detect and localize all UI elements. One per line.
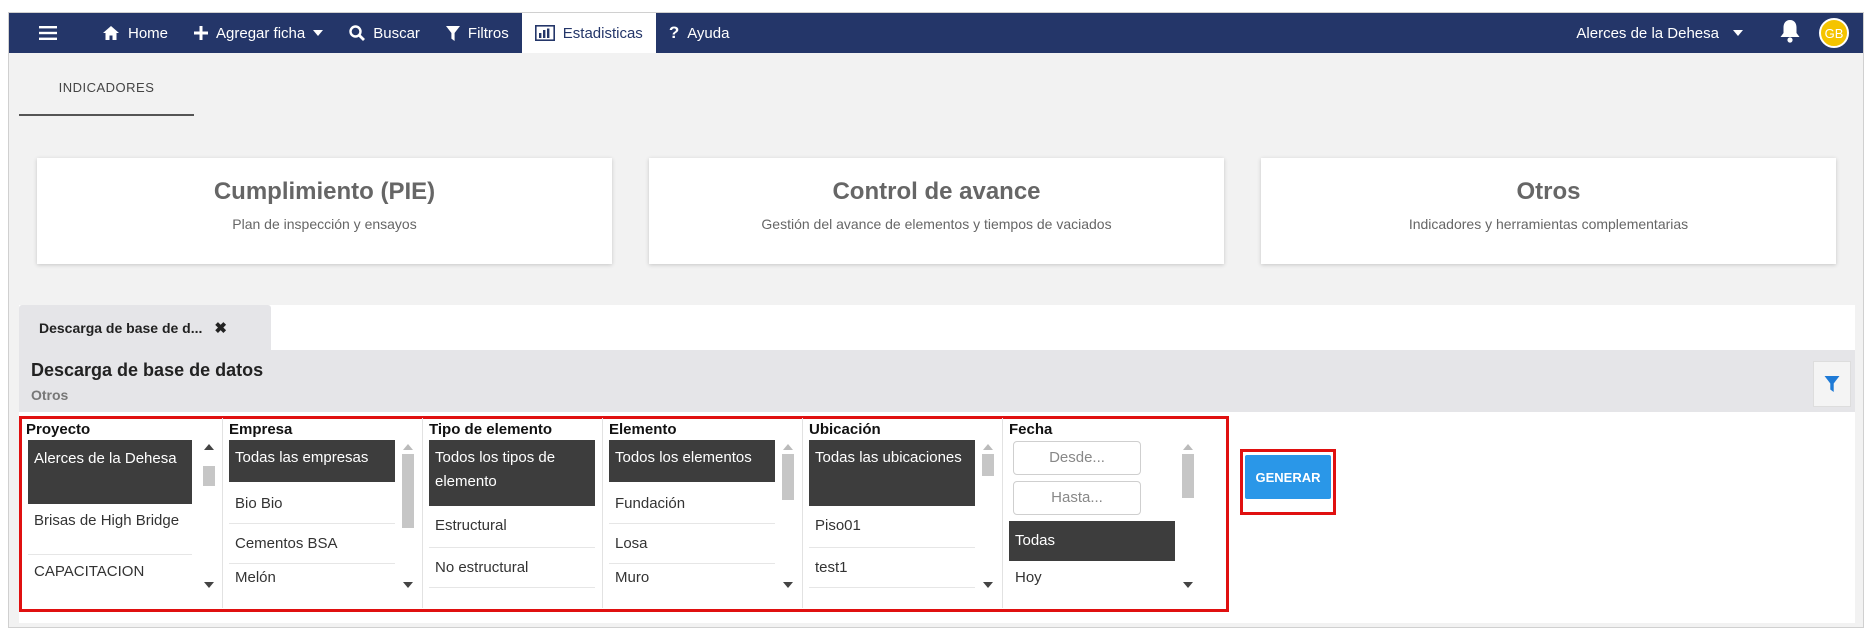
plus-icon: [194, 26, 209, 40]
list-item[interactable]: Piso01: [809, 508, 975, 548]
filter-fecha: Fecha Desde... Hasta... Todas Hoy: [1002, 418, 1202, 608]
list-item[interactable]: Estructural: [429, 508, 595, 548]
card-subtitle: Indicadores y herramientas complementari…: [1408, 216, 1689, 232]
list-item[interactable]: Bio Bio: [229, 484, 395, 524]
list-item[interactable]: CAPACITACION: [28, 558, 192, 588]
card-subtitle: Plan de inspección y ensayos: [232, 216, 417, 232]
scrollbar[interactable]: [399, 440, 417, 588]
list-item[interactable]: Melón: [229, 564, 395, 592]
card-control-avance[interactable]: Control de avance Gestión del avance de …: [649, 158, 1224, 264]
filter-label: Proyecto: [26, 421, 91, 438]
nav-filtros-label: Filtros: [467, 24, 509, 42]
card-otros[interactable]: Otros Indicadores y herramientas complem…: [1261, 158, 1836, 264]
card-title: Control de avance: [832, 178, 1041, 205]
list-item[interactable]: Brisas de High Bridge: [28, 507, 192, 555]
navbar-right: Alerces de la Dehesa GB: [1576, 13, 1863, 53]
list-item[interactable]: Todos los elementos: [609, 440, 775, 482]
filter-icon: [1824, 376, 1840, 392]
close-icon[interactable]: ✖: [214, 319, 227, 337]
nav-filtros[interactable]: Filtros: [433, 13, 522, 53]
nav-ayuda[interactable]: ? Ayuda: [656, 13, 743, 53]
filter-elemento: Elemento Todos los elementos Fundación L…: [602, 418, 802, 608]
report-tab-label: Descarga de base de d...: [39, 319, 203, 336]
filter-label: Empresa: [229, 421, 293, 438]
nav-agregar-ficha[interactable]: Agregar ficha: [181, 13, 336, 53]
question-icon: ?: [668, 23, 680, 42]
project-selector-label: Alerces de la Dehesa: [1576, 24, 1719, 42]
card-title: Otros: [1516, 178, 1581, 205]
nav-estadisticas[interactable]: Estadisticas: [521, 13, 656, 53]
nav-estadisticas-label: Estadisticas: [562, 24, 643, 42]
top-navbar: Home Agregar ficha Buscar Filtros Estadi…: [9, 13, 1863, 53]
scrollbar[interactable]: [979, 440, 997, 588]
filter-label: Ubicación: [809, 421, 881, 438]
list-item[interactable]: No estructural: [429, 548, 595, 588]
list-item[interactable]: Muro: [609, 564, 775, 592]
nav-ayuda-label: Ayuda: [687, 24, 730, 42]
list-item[interactable]: Todas: [1009, 521, 1175, 561]
nav-agregar-label: Agregar ficha: [216, 24, 306, 42]
card-subtitle: Gestión del avance de elementos y tiempo…: [761, 216, 1112, 232]
filter-empresa: Empresa Todas las empresas Bio Bio Cemen…: [222, 418, 422, 608]
card-title: Cumplimiento (PIE): [213, 178, 436, 205]
scrollbar[interactable]: [200, 440, 218, 588]
list-item[interactable]: Losa: [609, 524, 775, 564]
filter-proyecto: Proyecto Alerces de la Dehesa Brisas de …: [22, 418, 222, 608]
scrollbar[interactable]: [779, 440, 797, 588]
menu-button[interactable]: [9, 13, 89, 53]
search-icon: [349, 25, 366, 41]
filter-toggle-button[interactable]: [1813, 361, 1851, 407]
hamburger-icon: [39, 26, 57, 40]
app-window: Home Agregar ficha Buscar Filtros Estadi…: [8, 12, 1864, 628]
list-item[interactable]: Fundación: [609, 484, 775, 524]
nav-buscar[interactable]: Buscar: [336, 13, 433, 53]
date-from-input[interactable]: Desde...: [1013, 441, 1141, 475]
list-item[interactable]: Cementos BSA: [229, 524, 395, 564]
caret-down-icon: [1733, 30, 1743, 36]
filter-tipo-elemento: Tipo de elemento Todos los tipos de elem…: [422, 418, 602, 608]
notifications-button[interactable]: [1779, 19, 1801, 47]
scrollbar[interactable]: [1179, 440, 1197, 588]
nav-buscar-label: Buscar: [373, 24, 420, 42]
tab-indicadores[interactable]: INDICADORES: [19, 61, 194, 116]
filter-icon: [445, 25, 460, 41]
report-panel: Descarga de base de d... ✖ Descarga de b…: [19, 305, 1855, 623]
list-item[interactable]: Hoy: [1009, 564, 1175, 592]
card-cumplimiento[interactable]: Cumplimiento (PIE) Plan de inspección y …: [37, 158, 612, 264]
list-item[interactable]: Todos los tipos de elemento: [429, 440, 595, 506]
list-item[interactable]: Todas las ubicaciones: [809, 440, 975, 506]
report-title: Descarga de base de datos: [31, 360, 264, 380]
filter-ubicacion: Ubicación Todas las ubicaciones Piso01 t…: [802, 418, 1002, 608]
report-tab[interactable]: Descarga de base de d... ✖: [19, 305, 271, 350]
list-item[interactable]: test1: [809, 548, 975, 588]
filter-label: Fecha: [1009, 421, 1053, 438]
home-icon: [103, 26, 119, 40]
report-header: Descarga de base de datos Otros: [19, 350, 1855, 412]
project-selector[interactable]: Alerces de la Dehesa: [1576, 25, 1743, 42]
caret-down-icon: [313, 30, 324, 36]
generate-button[interactable]: GENERAR: [1245, 455, 1331, 499]
report-subtitle: Otros: [31, 387, 69, 403]
user-avatar[interactable]: GB: [1819, 18, 1849, 48]
list-item[interactable]: Todas las empresas: [229, 440, 395, 482]
filter-label: Elemento: [609, 421, 677, 438]
filter-label: Tipo de elemento: [429, 421, 553, 438]
bell-icon: [1780, 20, 1800, 43]
nav-home[interactable]: Home: [89, 13, 181, 53]
nav-home-label: Home: [128, 24, 169, 42]
bar-chart-icon: [534, 25, 555, 41]
list-item[interactable]: Alerces de la Dehesa: [28, 440, 192, 504]
date-to-input[interactable]: Hasta...: [1013, 481, 1141, 515]
